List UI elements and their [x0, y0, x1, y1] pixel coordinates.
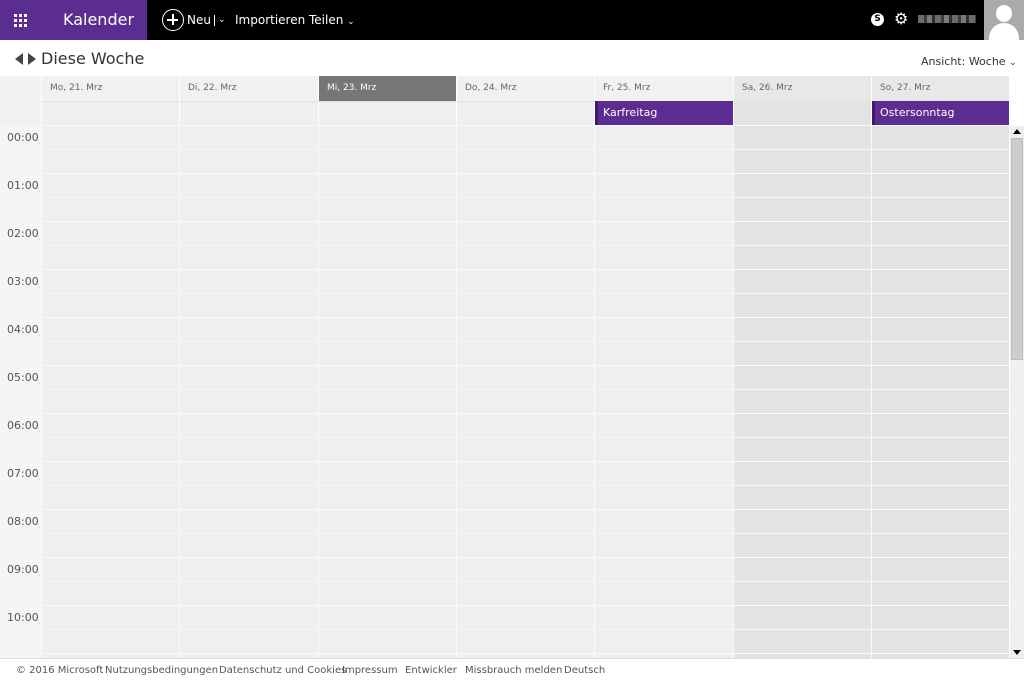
- all-day-event[interactable]: Karfreitag: [595, 101, 733, 125]
- day-column[interactable]: [871, 125, 1009, 658]
- plus-circle-icon: [162, 9, 184, 31]
- app-name[interactable]: Kalender: [40, 0, 147, 40]
- half-hour-line: [41, 485, 1009, 486]
- gear-icon[interactable]: ⚙: [894, 11, 910, 27]
- half-hour-line: [41, 629, 1009, 630]
- view-selector-label: Ansicht: Woche: [921, 55, 1006, 68]
- day-column[interactable]: [733, 125, 871, 658]
- import-button[interactable]: Importieren: [235, 0, 305, 40]
- scroll-up-arrow-icon[interactable]: [1013, 129, 1021, 134]
- share-button[interactable]: Teilen ⌄: [309, 0, 355, 40]
- footer-link-developers[interactable]: Entwickler: [405, 665, 457, 676]
- hour-label: 07:00: [7, 467, 39, 480]
- all-day-cell[interactable]: [41, 101, 179, 125]
- half-hour-line: [41, 245, 1009, 246]
- next-week-arrow-icon[interactable]: [28, 53, 36, 65]
- day-header[interactable]: Di, 22. Mrz: [179, 76, 318, 101]
- half-hour-line: [41, 197, 1009, 198]
- all-day-event[interactable]: Ostersonntag: [872, 101, 1009, 125]
- half-hour-line: [41, 437, 1009, 438]
- half-hour-line: [41, 149, 1009, 150]
- day-header[interactable]: So, 27. Mrz: [871, 76, 1009, 101]
- hour-label: 01:00: [7, 179, 39, 192]
- day-column[interactable]: [318, 125, 456, 658]
- time-gutter-header: [0, 76, 41, 125]
- share-button-label: Teilen: [309, 13, 344, 27]
- hour-line: [41, 653, 1009, 654]
- day-header[interactable]: Fr, 25. Mrz: [594, 76, 733, 101]
- hour-label: 08:00: [7, 515, 39, 528]
- hour-line: [41, 317, 1009, 318]
- day-column[interactable]: [456, 125, 594, 658]
- half-hour-line: [41, 341, 1009, 342]
- hour-label: 06:00: [7, 419, 39, 432]
- hour-label: 00:00: [7, 131, 39, 144]
- hour-line: [41, 509, 1009, 510]
- hour-line: [41, 413, 1009, 414]
- footer-link-language[interactable]: Deutsch: [564, 665, 605, 676]
- scrollbar-thumb[interactable]: [1011, 138, 1023, 360]
- hour-label: 02:00: [7, 227, 39, 240]
- hour-label: 09:00: [7, 563, 39, 576]
- half-hour-line: [41, 293, 1009, 294]
- hour-line: [41, 221, 1009, 222]
- new-button[interactable]: Neu ⌄: [162, 9, 226, 31]
- chevron-down-icon: ⌄: [347, 17, 355, 27]
- all-day-cell[interactable]: [179, 101, 318, 125]
- scroll-down-arrow-icon[interactable]: [1013, 650, 1021, 655]
- half-hour-line: [41, 581, 1009, 582]
- day-header[interactable]: Mo, 21. Mrz: [41, 76, 179, 101]
- day-header[interactable]: Mi, 23. Mrz: [318, 76, 456, 101]
- day-column[interactable]: [41, 125, 179, 658]
- hour-label: 03:00: [7, 275, 39, 288]
- all-day-cell[interactable]: [733, 101, 871, 125]
- day-header[interactable]: Sa, 26. Mrz: [733, 76, 871, 101]
- hour-line: [41, 173, 1009, 174]
- all-day-cell[interactable]: [456, 101, 594, 125]
- avatar-body: [989, 23, 1019, 40]
- hour-label: 04:00: [7, 323, 39, 336]
- previous-week-arrow-icon[interactable]: [15, 53, 23, 65]
- footer-link-report-abuse[interactable]: Missbrauch melden: [465, 665, 562, 676]
- separator: [213, 14, 215, 26]
- avatar[interactable]: [984, 0, 1024, 40]
- hour-line: [41, 269, 1009, 270]
- all-day-cell[interactable]: [318, 101, 456, 125]
- week-grid: Mo, 21. Mrz Di, 22. Mrz Mi, 23. Mrz Do, 24.…: [0, 76, 1024, 658]
- footer-link-terms[interactable]: Nutzungsbedingungen: [105, 665, 218, 676]
- app-launcher-button[interactable]: [0, 0, 40, 40]
- page-title: Diese Woche: [41, 49, 145, 68]
- user-name-redacted[interactable]: [918, 15, 976, 23]
- top-bar: Kalender Neu ⌄ Importieren Teilen ⌄ S ⚙: [0, 0, 1024, 40]
- hour-line: [41, 557, 1009, 558]
- copyright: © 2016 Microsoft: [16, 665, 104, 676]
- view-selector[interactable]: Ansicht: Woche ⌄: [921, 55, 1017, 68]
- day-column[interactable]: [594, 125, 733, 658]
- day-header[interactable]: Do, 24. Mrz: [456, 76, 594, 101]
- half-hour-line: [41, 389, 1009, 390]
- avatar-icon: [996, 5, 1012, 22]
- hour-line: [41, 461, 1009, 462]
- day-column[interactable]: [179, 125, 318, 658]
- skype-icon[interactable]: S: [871, 13, 884, 26]
- time-gutter: [0, 125, 41, 658]
- hour-line: [41, 365, 1009, 366]
- vertical-scrollbar[interactable]: [1010, 126, 1024, 658]
- footer-link-imprint[interactable]: Impressum: [342, 665, 398, 676]
- waffle-icon: [13, 13, 27, 27]
- hour-label: 10:00: [7, 611, 39, 624]
- hour-line: [41, 605, 1009, 606]
- new-button-label: Neu: [187, 13, 211, 27]
- chevron-down-icon[interactable]: ⌄: [218, 15, 226, 25]
- half-hour-line: [41, 533, 1009, 534]
- chevron-down-icon: ⌄: [1009, 58, 1017, 68]
- footer-link-privacy[interactable]: Datenschutz und Cookies: [219, 665, 346, 676]
- hour-label: 05:00: [7, 371, 39, 384]
- hour-line: [41, 125, 1009, 126]
- footer: © 2016 Microsoft Nutzungsbedingungen Dat…: [0, 658, 1024, 683]
